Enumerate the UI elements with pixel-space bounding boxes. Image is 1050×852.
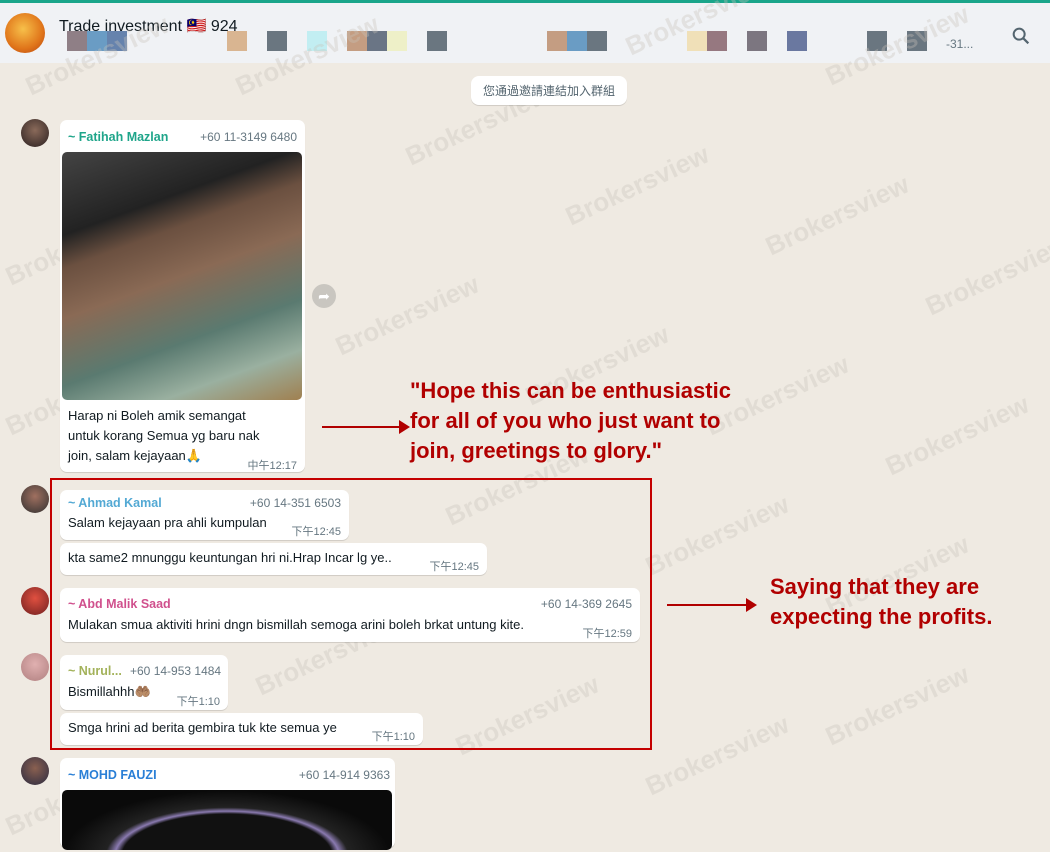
watermark: Brokersview	[640, 488, 794, 582]
redaction-block	[867, 31, 887, 51]
message-bubble: kta same2 mnunggu keuntungan hri ni.Hrap…	[60, 543, 487, 575]
watermark: Brokersview	[820, 658, 974, 752]
system-message: 您通過邀請連結加入群組	[471, 76, 628, 105]
watermark: Brokersview	[760, 168, 914, 262]
annotation-arrow	[667, 598, 757, 612]
redaction-block	[707, 31, 727, 51]
redaction-block	[87, 31, 107, 51]
search-icon[interactable]	[1010, 25, 1032, 47]
annotation-translation: "Hope this can be enthusiastic for all of…	[410, 378, 731, 463]
redaction-block	[747, 31, 767, 51]
watermark: Brokersview	[330, 268, 484, 362]
message-text: Harap ni Boleh amik semangat untuk korang…	[68, 408, 260, 463]
redaction-block	[347, 31, 367, 51]
avatar[interactable]	[21, 587, 49, 615]
sender-name[interactable]: ~ Abd Malik Saad	[68, 597, 171, 611]
sender-phone: +60 14-953 1484	[130, 664, 222, 678]
forward-icon[interactable]: ➦	[312, 284, 336, 308]
sender-name[interactable]: ~ MOHD FAUZI	[68, 768, 157, 782]
sender-name[interactable]: ~ Fatihah Mazlan	[68, 130, 168, 144]
message-bubble: Smga hrini ad berita gembira tuk kte sem…	[60, 713, 423, 745]
sender-phone: +60 14-369 2645	[540, 597, 632, 611]
sender-phone: +60 14-351 6503	[249, 496, 341, 510]
watermark: Brokersview	[880, 388, 1034, 482]
message-bubble: ~ Ahmad Kamal +60 14-351 6503 Salam keja…	[60, 490, 349, 540]
message-text: Bismillahhh🤲🏽	[68, 684, 151, 699]
members-more: -31...	[946, 37, 974, 51]
message-text: kta same2 mnunggu keuntungan hri ni.Hrap…	[68, 550, 392, 565]
watermark: Brokersview	[920, 228, 1050, 322]
message-time: 下午1:10	[371, 731, 415, 743]
sender-phone: +60 11-3149 6480	[200, 130, 297, 144]
redaction-block	[67, 31, 87, 51]
redaction-block	[367, 31, 387, 51]
watermark: Brokersview	[640, 708, 794, 802]
flag-icon: 🇲🇾	[186, 18, 207, 35]
redaction-block	[107, 31, 127, 51]
redaction-block	[787, 31, 807, 51]
redaction-block	[687, 31, 707, 51]
message-bubble: ~ Fatihah Mazlan +60 11-3149 6480 Harap …	[60, 120, 305, 472]
redaction-block	[267, 31, 287, 51]
message-time: 下午12:45	[429, 561, 479, 573]
chat-header[interactable]: Trade investment 🇲🇾 924 -31...	[0, 3, 1050, 63]
redaction-block	[567, 31, 587, 51]
avatar[interactable]	[21, 119, 49, 147]
avatar[interactable]	[21, 485, 49, 513]
sender-phone: +60 14-914 9363	[298, 768, 390, 782]
message-time: 下午12:59	[582, 628, 632, 640]
money-photo[interactable]	[62, 152, 302, 400]
message-bubble: ~ Nurul... +60 14-953 1484 Bismillahhh🤲🏽…	[60, 655, 228, 710]
redaction-block	[547, 31, 567, 51]
message-text: Salam kejayaan pra ahli kumpulan	[68, 515, 267, 530]
annotation-explanation: Saying that they are expecting the profit…	[770, 574, 993, 629]
group-avatar[interactable]	[5, 13, 45, 53]
message-time: 中午12:17	[247, 460, 297, 472]
message-bubble: ~ MOHD FAUZI +60 14-914 9363	[60, 758, 395, 850]
avatar[interactable]	[21, 653, 49, 681]
media-image[interactable]	[62, 790, 392, 850]
redaction-block	[387, 31, 407, 51]
message-text: Mulakan smua aktiviti hrini dngn bismill…	[68, 617, 524, 632]
sender-name[interactable]: ~ Ahmad Kamal	[68, 496, 162, 510]
sender-name[interactable]: ~ Nurul...	[68, 664, 122, 678]
redaction-block	[227, 31, 247, 51]
redaction-block	[587, 31, 607, 51]
redaction-block	[307, 31, 327, 51]
annotation-arrow	[322, 420, 410, 434]
message-text: Smga hrini ad berita gembira tuk kte sem…	[68, 720, 337, 735]
redaction-block	[427, 31, 447, 51]
avatar[interactable]	[21, 757, 49, 785]
watermark: Brokersview	[560, 138, 714, 232]
message-bubble: ~ Abd Malik Saad +60 14-369 2645 Mulakan…	[60, 588, 640, 642]
message-time: 下午1:10	[176, 696, 220, 708]
message-time: 下午12:45	[291, 526, 341, 538]
redaction-block	[907, 31, 927, 51]
